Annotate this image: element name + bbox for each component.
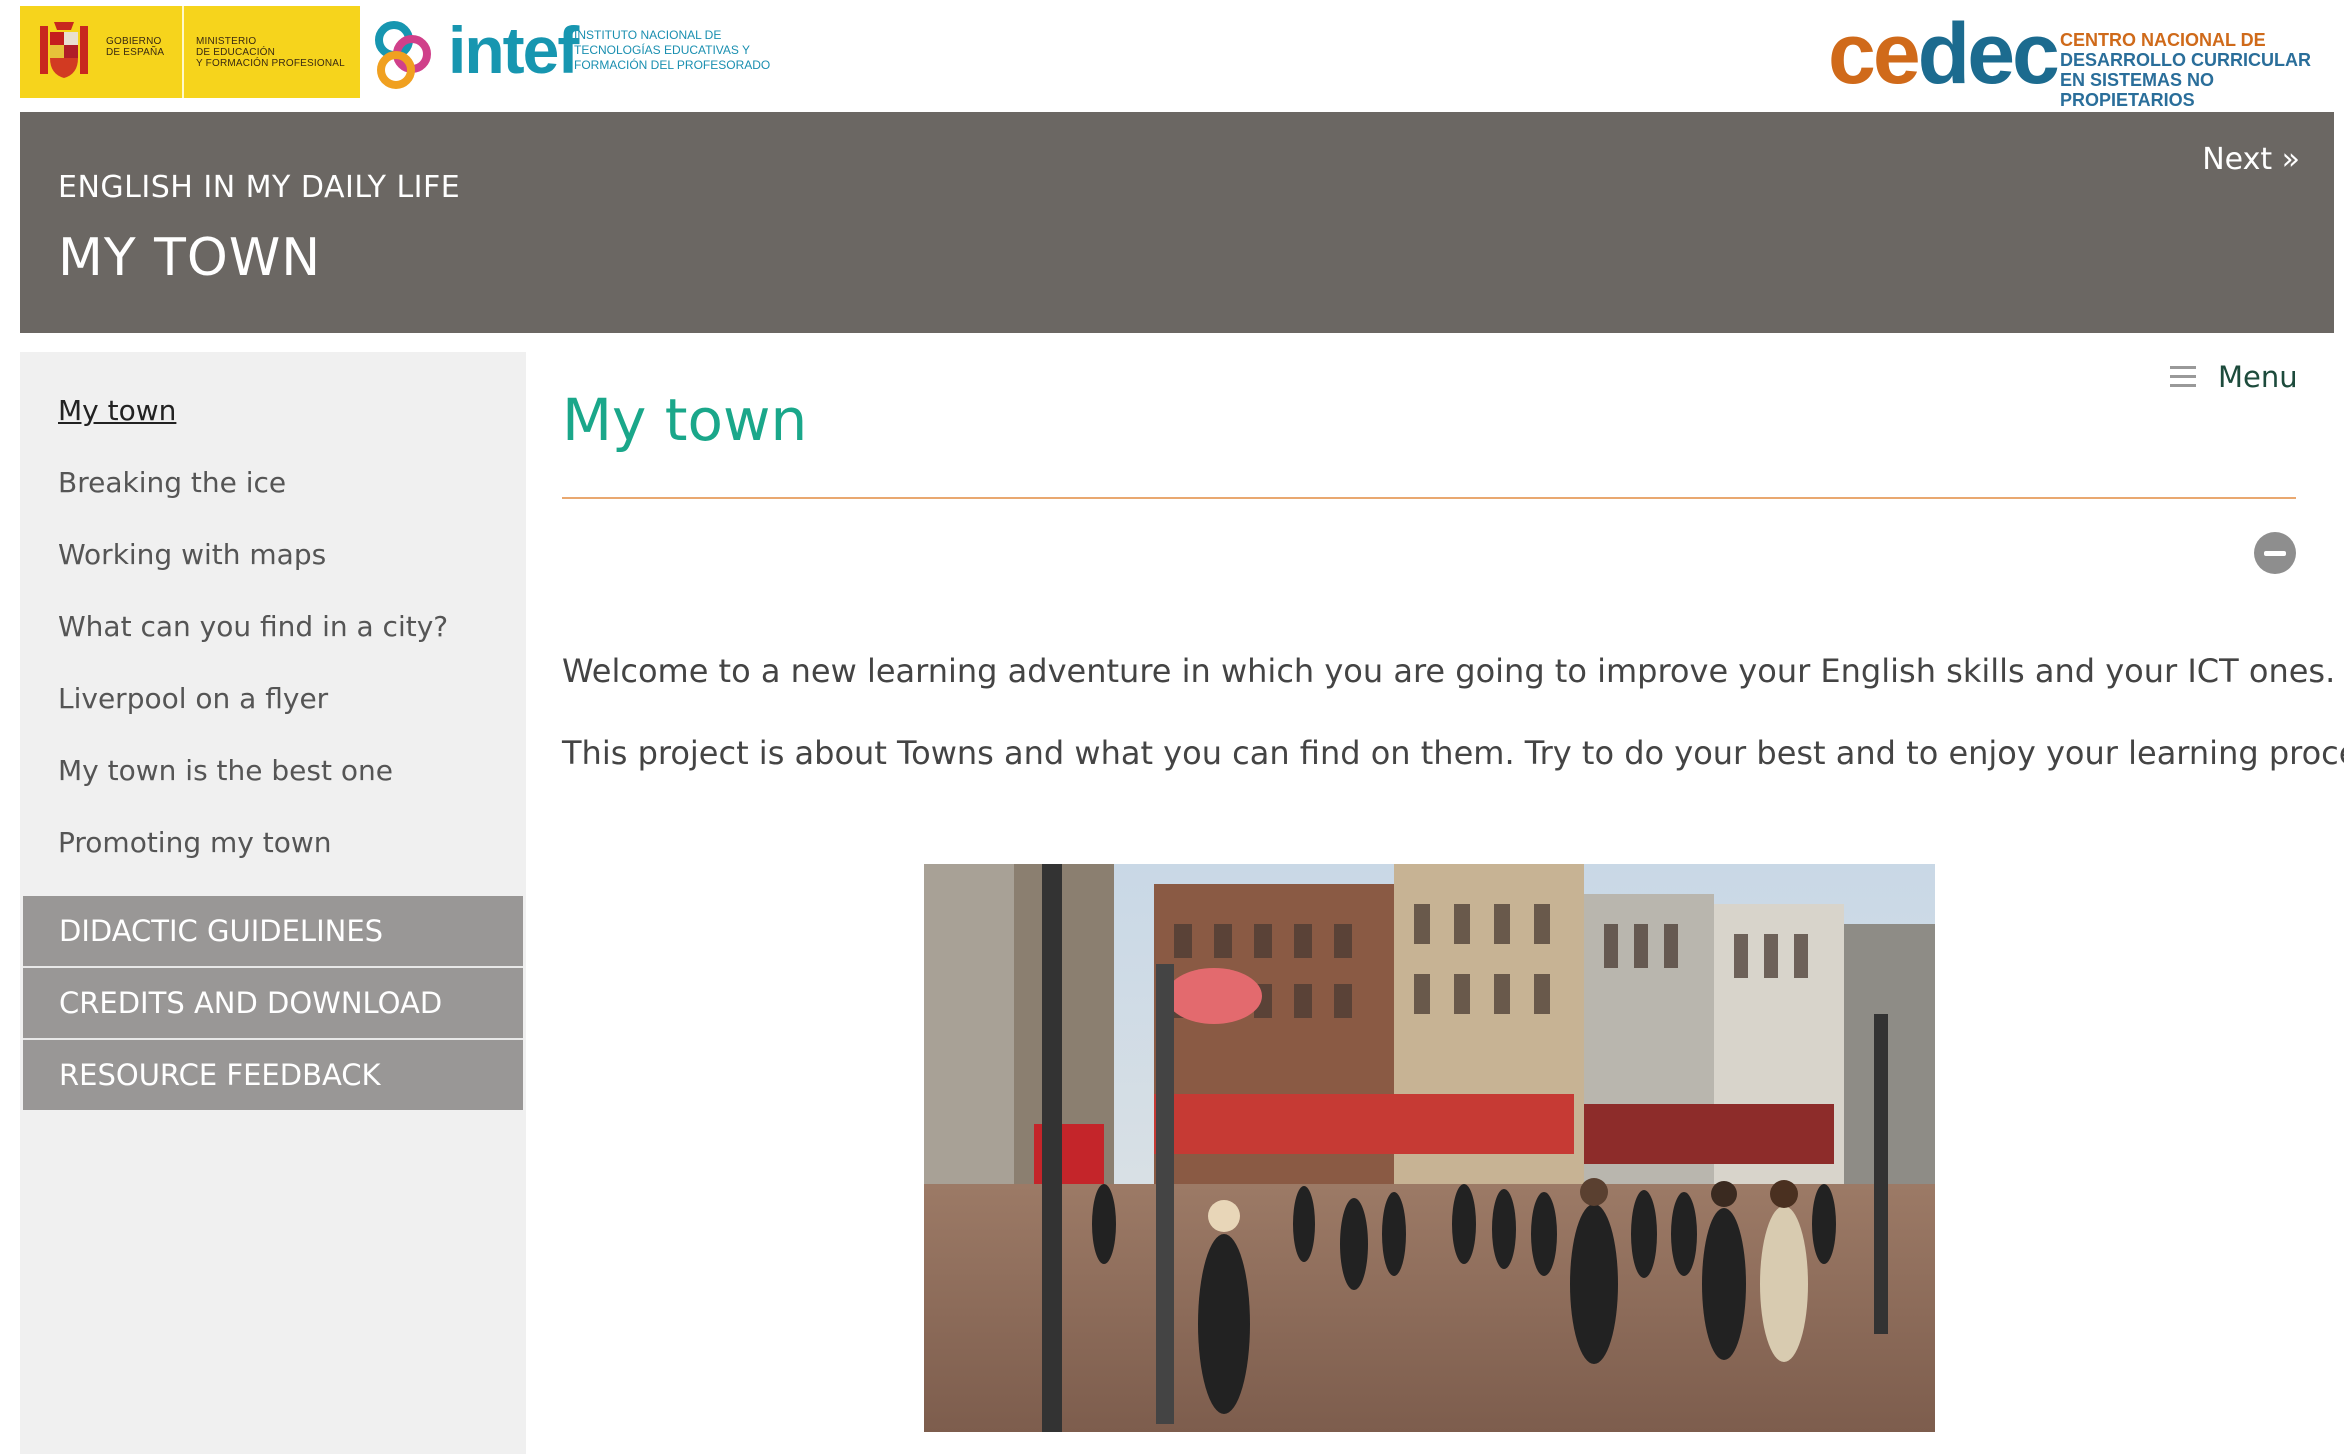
logo-bar: GOBIERNO DE ESPAÑA MINISTERIO DE EDUCACI… (0, 0, 2344, 112)
intro-paragraph: This project is about Towns and what you… (562, 734, 2344, 772)
intef-logo[interactable]: intef (448, 10, 579, 90)
hamburger-menu-icon[interactable] (2170, 366, 2196, 387)
credits-download-button[interactable]: CREDITS AND DOWNLOAD (23, 968, 523, 1038)
sidebar-nav: My town Breaking the ice Working with ma… (20, 352, 526, 1454)
sidebar-item-working-with-maps[interactable]: Working with maps (58, 538, 326, 571)
gobierno-text: GOBIERNO DE ESPAÑA (106, 36, 165, 58)
intef-subtitle: INSTITUTO NACIONAL DE TECNOLOGÍAS EDUCAT… (574, 28, 771, 72)
title-banner: ENGLISH IN MY DAILY LIFE MY TOWN Next » (20, 112, 2334, 333)
sidebar-item-what-can-you-find[interactable]: What can you find in a city? (58, 610, 448, 643)
town-street-photo (924, 864, 1935, 1432)
unit-title: MY TOWN (58, 228, 322, 288)
intro-paragraph: Welcome to a new learning adventure in w… (562, 652, 2336, 690)
cedec-logo[interactable]: cedec (1828, 6, 2060, 102)
page-title: My town (562, 386, 808, 454)
sidebar-item-best-town[interactable]: My town is the best one (58, 754, 393, 787)
resource-feedback-button[interactable]: RESOURCE FEEDBACK (23, 1040, 523, 1110)
ministerio-text: MINISTERIO DE EDUCACIÓN Y FORMACIÓN PROF… (196, 36, 345, 69)
collapse-section-icon[interactable] (2254, 532, 2296, 574)
sidebar-item-my-town[interactable]: My town (58, 394, 176, 427)
intef-symbol-icon (375, 21, 431, 89)
menu-toggle-button[interactable]: Menu (2218, 360, 2298, 394)
course-title: ENGLISH IN MY DAILY LIFE (58, 170, 461, 205)
sidebar-item-liverpool-flyer[interactable]: Liverpool on a flyer (58, 682, 328, 715)
logo-divider (182, 6, 184, 98)
didactic-guidelines-button[interactable]: DIDACTIC GUIDELINES (23, 896, 523, 966)
cedec-subtitle: CENTRO NACIONAL DE DESARROLLO CURRICULAR… (2060, 30, 2311, 110)
sidebar-item-promoting-town[interactable]: Promoting my town (58, 826, 332, 859)
gobierno-logo[interactable]: GOBIERNO DE ESPAÑA MINISTERIO DE EDUCACI… (20, 6, 360, 98)
spain-coat-of-arms-icon (40, 22, 88, 78)
next-page-link[interactable]: Next » (2202, 142, 2300, 177)
sidebar-item-breaking-the-ice[interactable]: Breaking the ice (58, 466, 286, 499)
title-divider (562, 497, 2296, 499)
city-street-image (924, 864, 1935, 1432)
